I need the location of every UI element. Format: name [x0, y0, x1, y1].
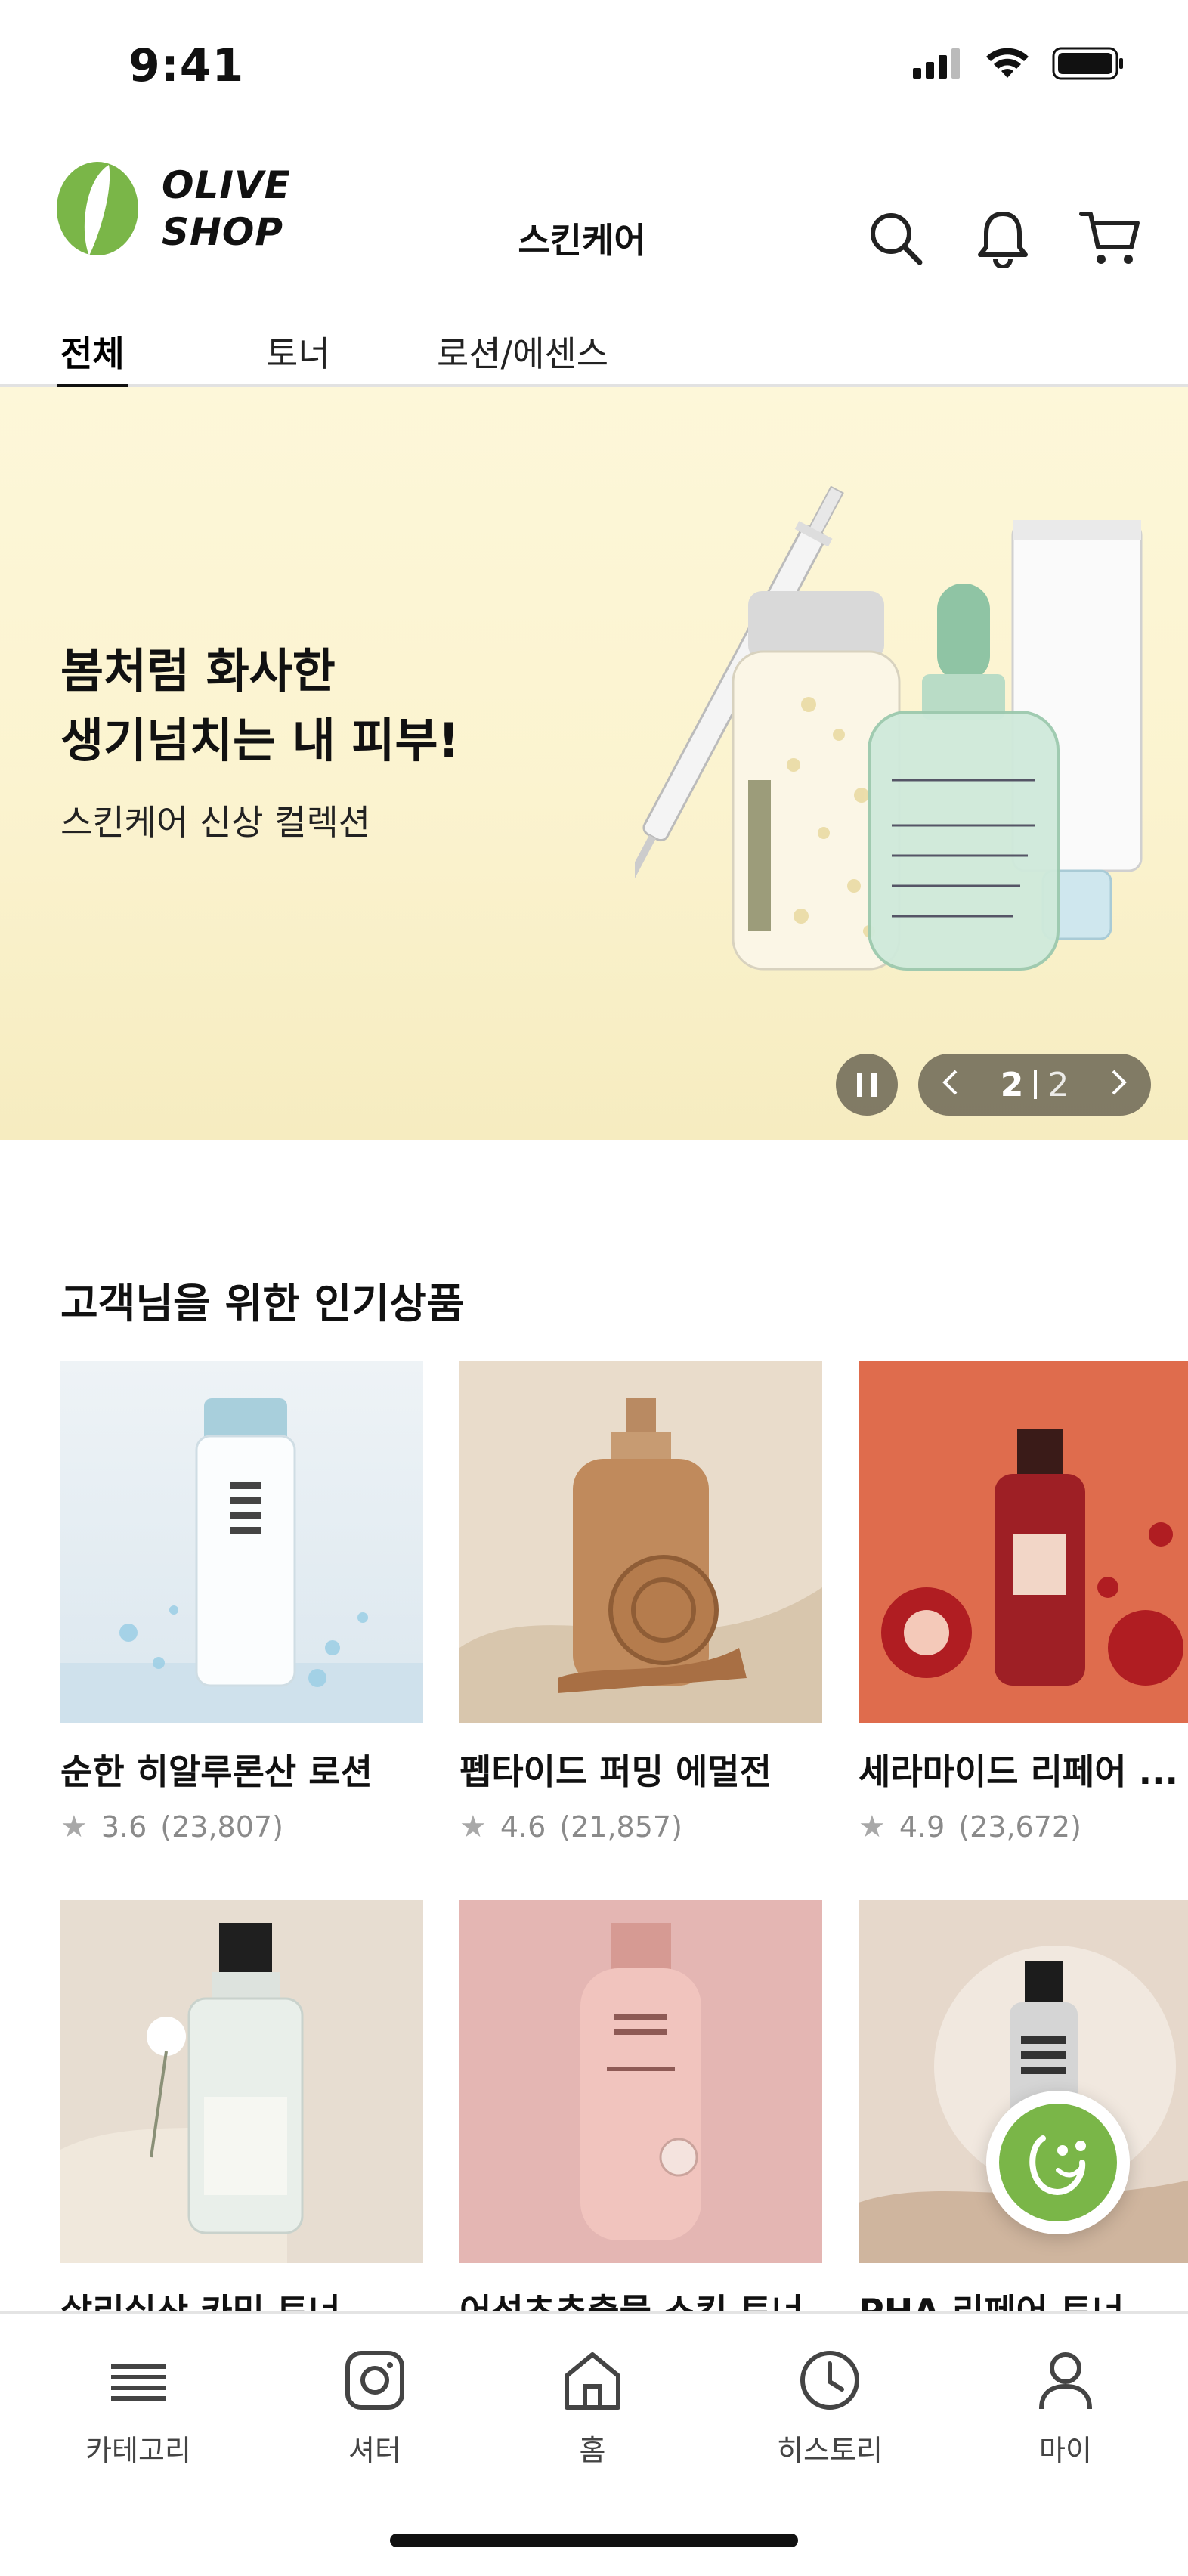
- product-rating: ★ 4.6 (21,857): [459, 1810, 822, 1844]
- banner-headline-line1: 봄처럼 화사한: [60, 643, 336, 698]
- product-card[interactable]: 살리실산 카밍 토너: [60, 1900, 423, 2313]
- banner-headline: 봄처럼 화사한 생기넘치는 내 피부!: [60, 636, 459, 776]
- rating-value: 4.9: [899, 1810, 945, 1844]
- product-name: 순한 히알루론산 로션: [60, 1751, 373, 1792]
- product-rating: ★ 3.6 (23,807): [60, 1810, 423, 1844]
- pause-button[interactable]: [836, 1054, 898, 1116]
- app-header: OLIVE SHOP 스킨케어: [0, 144, 1188, 325]
- review-count: (21,857): [559, 1810, 682, 1844]
- star-icon: ★: [859, 1810, 886, 1844]
- next-arrow-icon[interactable]: [1110, 1066, 1128, 1104]
- bell-icon: [978, 212, 1028, 268]
- cart-button[interactable]: [1078, 206, 1143, 271]
- instagram-icon: [345, 2351, 404, 2410]
- home-indicator: [390, 2534, 798, 2547]
- nav-label: 마이: [1039, 2434, 1092, 2467]
- product-card[interactable]: 순한 히알루론산 로션 ★ 3.6 (23,807): [60, 1361, 423, 1844]
- status-time: 9:41: [128, 39, 245, 92]
- product-card[interactable]: 어성초추출물 스킨 토너: [459, 1900, 822, 2313]
- nav-label: 홈: [579, 2434, 606, 2467]
- product-name: 펩타이드 퍼밍 에멀전: [459, 1751, 772, 1792]
- tab-lotion-essence[interactable]: 로션/에센스: [437, 327, 608, 387]
- nav-category[interactable]: 카테고리: [55, 2348, 221, 2469]
- product-image: [60, 1361, 423, 1723]
- pager-divider: [1034, 1070, 1038, 1099]
- pager-total: 2: [1047, 1065, 1069, 1104]
- olive-character-icon: [999, 2104, 1117, 2221]
- product-card[interactable]: 세라마이드 리페어 ... ★ 4.9 (23,672): [859, 1361, 1188, 1844]
- banner-pager: 2 2: [918, 1054, 1151, 1116]
- tab-toner[interactable]: 토너: [266, 327, 330, 387]
- signal-icon: [913, 48, 960, 79]
- product-name: 살리실산 카밍 토너: [60, 2291, 341, 2313]
- nav-label: 히스토리: [777, 2434, 883, 2467]
- nav-home[interactable]: 홈: [509, 2348, 676, 2469]
- pager-current: 2: [1000, 1065, 1024, 1104]
- product-name: 어성초추출물 스킨 토너: [459, 2291, 804, 2313]
- product-image: [60, 1900, 423, 2263]
- home-icon: [565, 2352, 620, 2410]
- product-rating: ★ 4.9 (23,672): [859, 1810, 1188, 1844]
- product-name: 세라마이드 리페어 ...: [859, 1751, 1179, 1792]
- clock-icon: [800, 2351, 859, 2410]
- nav-history[interactable]: 히스토리: [747, 2348, 913, 2469]
- category-tabs: 전체 토너 로션/에센스: [0, 317, 1188, 390]
- product-image: [459, 1900, 822, 2263]
- wifi-icon: [986, 48, 1029, 78]
- search-icon: [871, 213, 923, 265]
- star-icon: ★: [60, 1810, 88, 1844]
- banner-subtitle: 스킨케어 신상 컬렉션: [60, 802, 371, 843]
- nav-shutter[interactable]: 셔터: [292, 2348, 458, 2469]
- logo-text-line1: OLIVE: [162, 163, 291, 207]
- skincare-products-image: [635, 485, 1143, 971]
- star-icon: ★: [459, 1810, 487, 1844]
- header-actions: [863, 206, 1143, 271]
- nav-label: 셔터: [348, 2434, 401, 2467]
- promo-banner[interactable]: 봄처럼 화사한 생기넘치는 내 피부! 스킨케어 신상 컬렉션 2 2: [0, 387, 1188, 1140]
- prev-arrow-icon[interactable]: [941, 1066, 959, 1104]
- rating-value: 4.6: [500, 1810, 546, 1844]
- review-count: (23,807): [160, 1810, 283, 1844]
- search-button[interactable]: [863, 206, 928, 271]
- user-icon: [1039, 2352, 1092, 2410]
- pause-icon: [857, 1073, 877, 1097]
- banner-headline-line2: 생기넘치는 내 피부!: [60, 713, 459, 768]
- status-bar: 9:41: [0, 0, 1188, 136]
- section-title: 고객님을 위한 인기상품: [60, 1280, 465, 1327]
- review-count: (23,672): [958, 1810, 1081, 1844]
- product-name: PHA 리페어 토너: [859, 2291, 1125, 2313]
- tab-all[interactable]: 전체: [57, 327, 128, 390]
- product-image: [459, 1361, 822, 1723]
- notification-button[interactable]: [970, 206, 1035, 271]
- product-image: [859, 1361, 1188, 1723]
- nav-label: 카테고리: [85, 2434, 191, 2467]
- product-card[interactable]: 펩타이드 퍼밍 에멀전 ★ 4.6 (21,857): [459, 1361, 822, 1844]
- rating-value: 3.6: [101, 1810, 147, 1844]
- cart-icon: [1079, 212, 1140, 264]
- nav-my[interactable]: 마이: [982, 2348, 1149, 2469]
- chatbot-button[interactable]: [986, 2091, 1130, 2234]
- status-icons: [913, 47, 1125, 80]
- menu-icon: [111, 2364, 166, 2401]
- battery-icon: [1052, 47, 1123, 80]
